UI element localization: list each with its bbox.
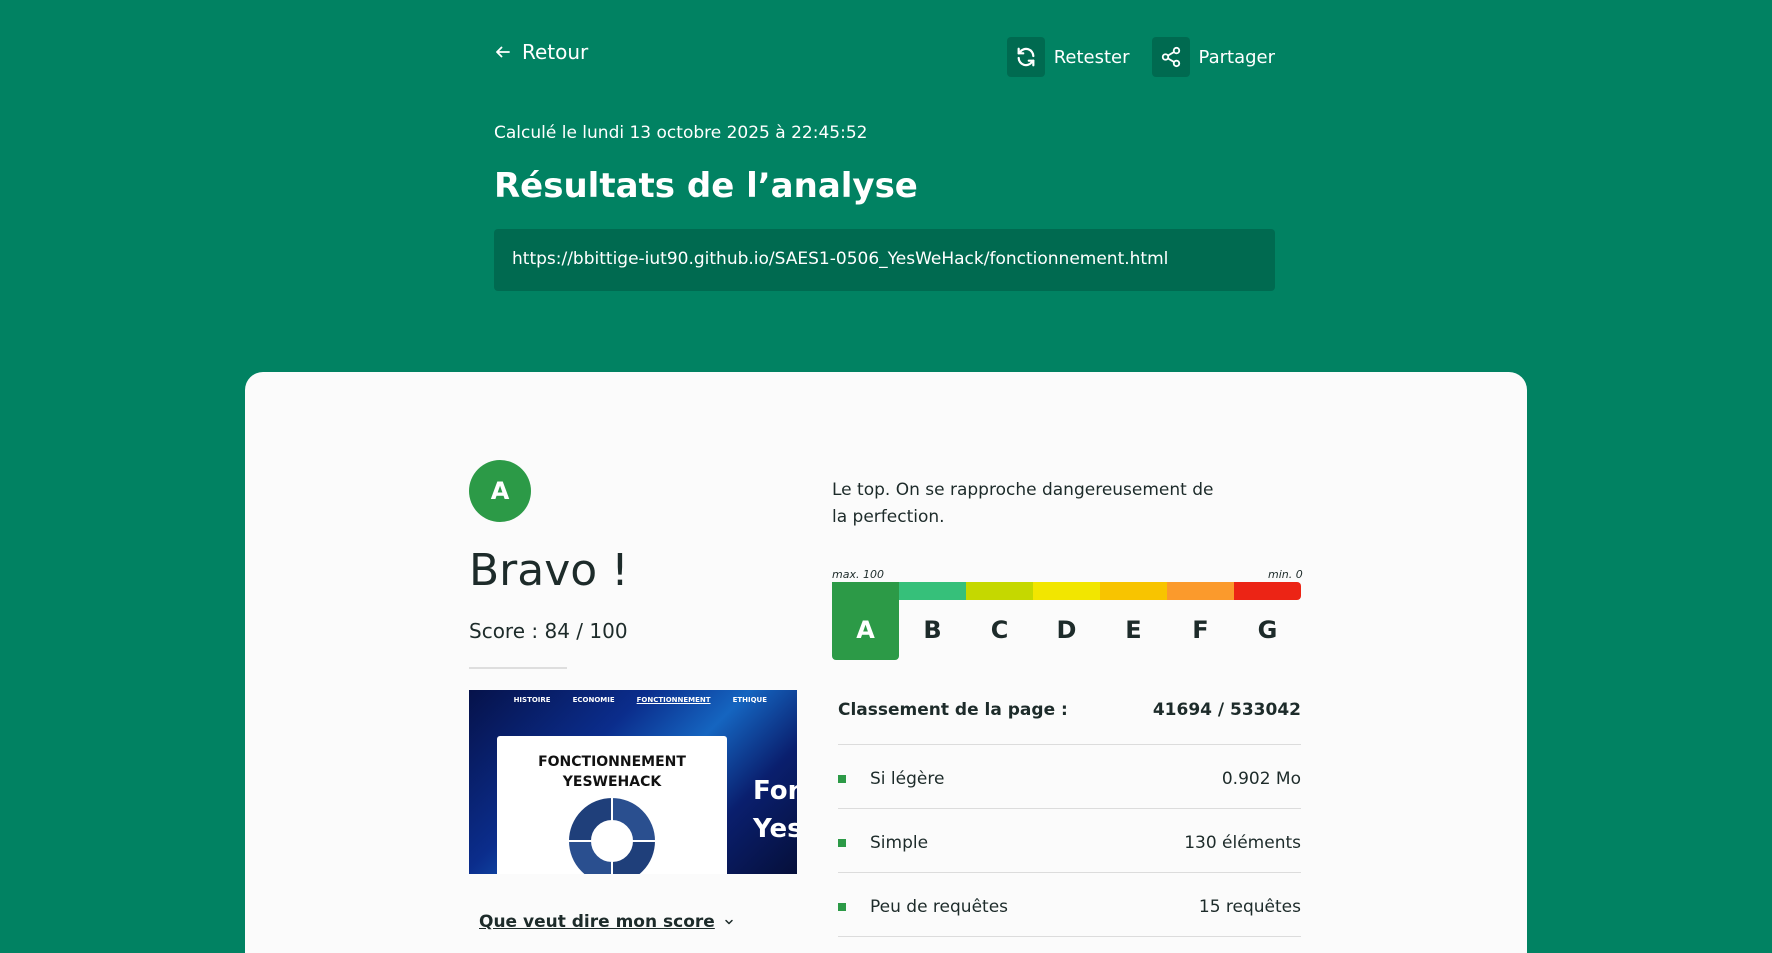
thumbnail-title-line: FONCTIONNEMENT [538,754,686,770]
thumbnail-nav: HISTOIRE ECONOMIE FONCTIONNEMENT ETHIQUE [514,696,767,704]
scale-letter-a: A [832,582,899,660]
thumbnail-side-line: Fonc [753,776,797,806]
scale-letter-c: C [990,616,1009,644]
scale-letter-e: E [1125,616,1142,644]
thumbnail-nav-item: ETHIQUE [732,696,767,704]
thumbnail-side-text: Fonc YesW [753,772,797,848]
bullet-icon [838,903,846,911]
row-divider [838,872,1301,873]
grade-description: Le top. On se rapproche dangereusement d… [832,480,1214,527]
ranking-label: Classement de la page : [838,700,1068,720]
metric-value: 15 requêtes [1198,897,1301,917]
results-header: Retour Retester Partager Calculé le lund… [0,0,1772,380]
score-explanation-label: Que veut dire mon score [479,912,715,932]
thumbnail-nav-item: FONCTIONNEMENT [636,696,711,704]
result-headline: Bravo ! [469,545,629,596]
header-actions: Retester Partager [1006,37,1275,77]
metric-row-requests: Peu de requêtes 15 requêtes [838,897,1301,917]
thumbnail-side-line: YesW [753,814,797,844]
ranking-value: 41694 / 533042 [1152,700,1301,720]
analyzed-url: https://bbittige-iut90.github.io/SAES1-0… [494,229,1275,291]
metric-value: 0.902 Mo [1221,769,1301,789]
scale-letter-b: B [923,616,942,644]
page-thumbnail: HISTOIRE ECONOMIE FONCTIONNEMENT ETHIQUE… [469,690,797,874]
scale-max-label: max. 100 [832,568,884,581]
metric-row-weight: Si légère 0.902 Mo [838,769,1301,789]
metric-label: Si légère [870,769,945,789]
thumbnail-title-line: YESWEHACK [562,774,662,790]
scale-letter-f: F [1192,616,1209,644]
chevron-down-icon [725,919,733,925]
metric-value: 130 éléments [1184,833,1301,853]
retest-button[interactable]: Retester [1006,37,1130,77]
row-divider [838,936,1301,937]
score-explanation-link[interactable]: Que veut dire mon score [479,912,735,932]
ranking-row: Classement de la page : 41694 / 533042 [838,700,1301,720]
calculation-date: Calculé le lundi 13 octobre 2025 à 22:45… [494,123,868,143]
back-link[interactable]: Retour [494,40,588,64]
scale-letter-d: D [1056,616,1077,644]
grade-scale-letters: AB C D E F G [832,582,1301,660]
metric-label: Peu de requêtes [870,897,1009,917]
page-title: Résultats de l’analyse [494,166,918,206]
metric-label: Simple [870,833,929,853]
grade-badge: A [469,460,531,522]
scale-min-label: min. 0 [1268,568,1303,581]
share-icon [1151,37,1190,77]
thumbnail-panel-title: FONCTIONNEMENT YESWEHACK [497,752,727,792]
thumbnail-nav-item: ECONOMIE [572,696,615,704]
results-card [245,372,1527,953]
score-divider [469,667,567,669]
arrow-left-icon [496,46,510,58]
thumbnail-nav-item: HISTOIRE [513,696,551,704]
row-divider [838,744,1301,745]
bullet-icon [838,775,846,783]
back-link-label: Retour [522,40,589,64]
bullet-icon [838,839,846,847]
scale-letter-g: G [1257,616,1278,644]
share-label: Partager [1198,46,1275,68]
share-button[interactable]: Partager [1151,37,1275,77]
score-text: Score : 84 / 100 [469,619,628,643]
refresh-icon [1006,37,1045,77]
metric-row-elements: Simple 130 éléments [838,833,1301,853]
thumbnail-panel: FONCTIONNEMENT YESWEHACK [497,736,727,874]
row-divider [838,808,1301,809]
retest-label: Retester [1053,46,1130,68]
cycle-diagram-icon [566,795,658,874]
